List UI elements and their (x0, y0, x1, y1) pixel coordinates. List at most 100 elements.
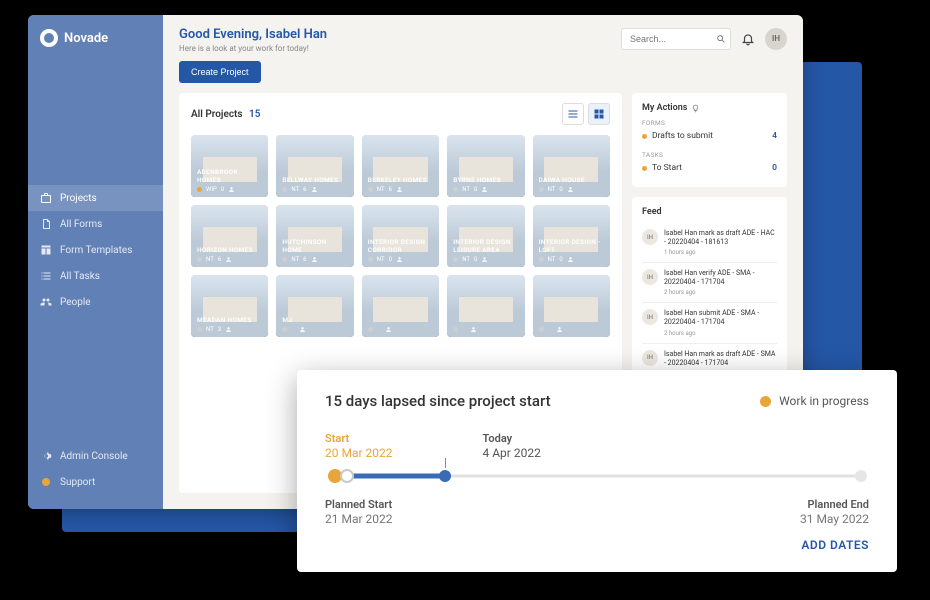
project-card[interactable]: HUTCHINSON HOME NT 6 (276, 205, 353, 267)
projects-title: All Projects (191, 109, 243, 120)
feed-time: 1 hours ago (664, 249, 777, 256)
project-card[interactable] (447, 275, 524, 337)
timeline-planned-start-knob[interactable] (340, 469, 354, 483)
search-input[interactable] (621, 28, 731, 50)
sidebar-item-label: Support (60, 477, 95, 488)
project-card[interactable]: HORIZON HOMES NT 6 (191, 205, 268, 267)
status-dot-icon (282, 257, 287, 262)
sidebar-item-projects[interactable]: Projects (28, 185, 163, 211)
action-label: To Start (652, 163, 682, 173)
support-icon (40, 476, 52, 488)
person-icon (299, 326, 306, 333)
person-icon (225, 326, 232, 333)
project-status: NT (377, 186, 385, 193)
project-card[interactable]: BERKELEY HOMES NT 6 (362, 135, 439, 197)
gear-icon (40, 450, 52, 462)
create-project-button[interactable]: Create Project (179, 61, 261, 83)
timeline-end-knob[interactable] (855, 470, 867, 482)
sidebar-item-all-forms[interactable]: All Forms (28, 211, 163, 237)
timeline-status: Work in progress (760, 394, 869, 408)
person-icon (228, 186, 235, 193)
timeline-bar[interactable] (325, 466, 869, 486)
project-status: NT (377, 256, 385, 263)
project-status: NT (206, 256, 214, 263)
project-status: NT (548, 186, 556, 193)
project-people-count: 3 (218, 326, 221, 333)
action-row[interactable]: To Start0 (642, 159, 777, 177)
project-stats: NT 6 (197, 256, 262, 263)
project-people-count: 0 (221, 186, 224, 193)
project-card[interactable] (533, 275, 610, 337)
add-dates-button[interactable]: ADD DATES (325, 538, 869, 552)
timeline-today-marker: Today 4 Apr 2022 (483, 432, 541, 460)
bell-icon[interactable] (741, 32, 755, 46)
sidebar-item-support[interactable]: Support (28, 469, 163, 495)
actions-section-heading: FORMS (642, 119, 777, 127)
planned-start-label: Planned Start (325, 498, 393, 511)
greeting-subtitle: Here is a look at your work for today! (179, 44, 327, 53)
timeline-status-label: Work in progress (779, 394, 869, 408)
topbar-actions: IH (621, 27, 787, 50)
greeting-title: Good Evening, Isabel Han (179, 27, 327, 42)
feed-text: Isabel Han mark as draft ADE - SMA - 202… (664, 350, 777, 368)
project-name: MEADAN HOMES (197, 316, 262, 324)
project-card[interactable]: INTERIOR DESIGN CORRIDOR NT 0 (362, 205, 439, 267)
project-stats: NT 0 (453, 186, 518, 193)
list-view-button[interactable] (562, 103, 584, 125)
sidebar-item-people[interactable]: People (28, 289, 163, 315)
person-icon (567, 186, 574, 193)
project-card[interactable]: INTERIOR DESIGN LEISURE AREA NT 0 (447, 205, 524, 267)
sidebar-item-all-tasks[interactable]: All Tasks (28, 263, 163, 289)
project-people-count: 0 (559, 186, 562, 193)
action-label: Drafts to submit (652, 131, 713, 141)
person-icon (311, 256, 318, 263)
project-people-count: 6 (218, 256, 221, 263)
grid-view-button[interactable] (588, 103, 610, 125)
timeline-start-label: Start (325, 432, 393, 445)
project-card[interactable]: DAIWA HOUSE NT 0 (533, 135, 610, 197)
project-name: ADENBROOK HOMES (197, 168, 262, 184)
sidebar-item-form-templates[interactable]: Form Templates (28, 237, 163, 263)
project-stats: NT 3 (197, 326, 262, 333)
project-people-count: 6 (303, 186, 306, 193)
project-card[interactable]: MJ (276, 275, 353, 337)
project-card[interactable]: INTERIOR DESIGN - LOFT NT 0 (533, 205, 610, 267)
brand-logo[interactable]: Novade (28, 29, 163, 65)
project-people-count: 6 (303, 256, 306, 263)
project-status: NT (206, 326, 214, 333)
project-name: INTERIOR DESIGN - LOFT (539, 238, 604, 254)
feed-item[interactable]: IHIsabel Han submit ADE - SMA - 20220404… (642, 302, 777, 342)
project-stats: NT 0 (539, 256, 604, 263)
feed-text: Isabel Han verify ADE - SMA - 20220404 -… (664, 269, 777, 287)
feed-item[interactable]: IHIsabel Han verify ADE - SMA - 20220404… (642, 262, 777, 302)
person-icon (396, 256, 403, 263)
project-card[interactable]: BELLWAY HOMES NT 6 (276, 135, 353, 197)
project-people-count: 0 (559, 256, 562, 263)
brand-name: Novade (64, 31, 108, 46)
timeline-today-knob[interactable] (439, 470, 451, 482)
sidebar-item-admin-console[interactable]: Admin Console (28, 443, 163, 469)
avatar[interactable]: IH (765, 28, 787, 50)
project-card[interactable]: BYRNE HOMES NT 0 (447, 135, 524, 197)
person-icon (385, 326, 392, 333)
project-people-count: 0 (474, 256, 477, 263)
template-icon (40, 244, 52, 256)
status-dot-icon (539, 327, 544, 332)
project-people-count: 0 (474, 186, 477, 193)
project-stats: NT 6 (368, 186, 433, 193)
my-actions-panel: My Actions FORMSDrafts to submit4TASKSTo… (632, 93, 787, 187)
project-card[interactable] (362, 275, 439, 337)
status-dot-icon (539, 257, 544, 262)
feed-item[interactable]: IHIsabel Han mark as draft ADE - HAC - 2… (642, 223, 777, 262)
sidebar-item-label: All Forms (60, 219, 102, 230)
status-dot-icon (368, 327, 373, 332)
logo-icon (40, 29, 58, 47)
sidebar-item-label: Projects (60, 193, 97, 204)
person-icon (311, 186, 318, 193)
project-card[interactable]: ADENBROOK HOMES WIP 0 (191, 135, 268, 197)
project-name: BERKELEY HOMES (368, 176, 433, 184)
project-card[interactable]: MEADAN HOMES NT 3 (191, 275, 268, 337)
action-row[interactable]: Drafts to submit4 (642, 127, 777, 145)
feed-time: 2 hours ago (664, 330, 777, 337)
project-status: NT (291, 186, 299, 193)
